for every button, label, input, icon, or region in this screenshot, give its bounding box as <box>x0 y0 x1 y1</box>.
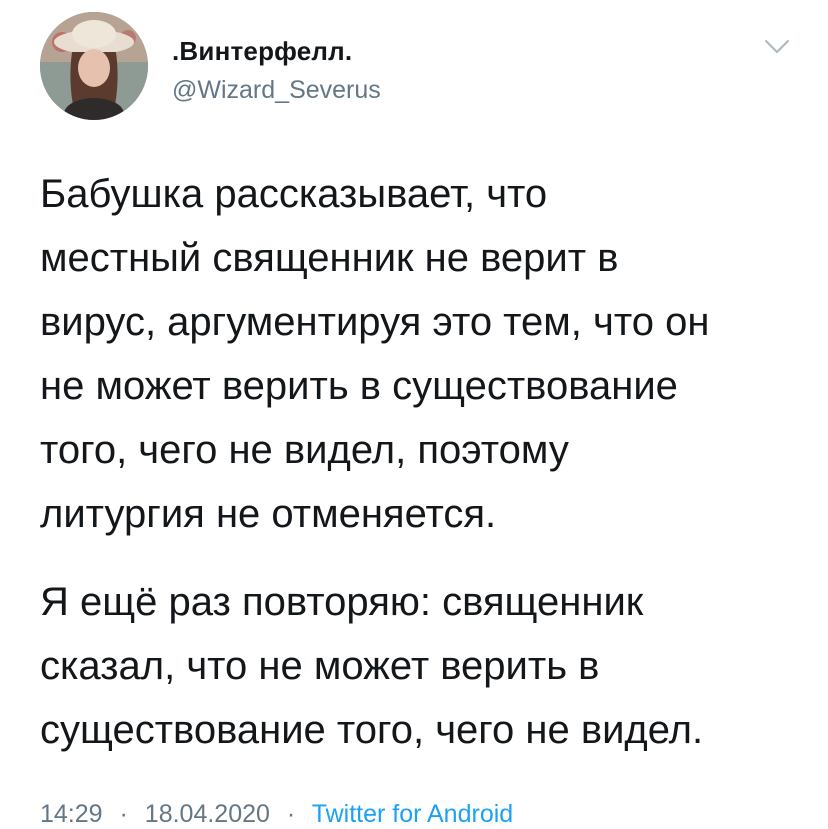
display-name[interactable]: .Винтерфелл. <box>172 36 352 67</box>
user-handle[interactable]: @Wizard_Severus <box>172 76 381 105</box>
tweet-line: не может верить в существование <box>40 364 678 408</box>
tweet-source-link[interactable]: Twitter for Android <box>312 800 513 828</box>
tweet-line: сказал, что не может верить в <box>40 644 600 688</box>
avatar-photo <box>40 12 148 120</box>
tweet-line: Бабушка рассказывает, что <box>40 172 548 216</box>
tweet-line: существование того, чего не видел. <box>40 708 704 752</box>
tweet-meta: 14:29 · 18.04.2020 · Twitter for Android <box>40 800 513 829</box>
tweet-line: литургия не отменяется. <box>40 492 497 536</box>
tweet-date[interactable]: 18.04.2020 <box>145 800 270 828</box>
tweet-line: Я ещё раз повторяю: священник <box>40 580 644 624</box>
chevron-down-icon[interactable] <box>764 38 790 56</box>
tweet-text: Бабушка рассказывает, что местный священ… <box>40 162 810 762</box>
tweet-paragraph-1: Бабушка рассказывает, что местный священ… <box>40 162 810 546</box>
tweet-paragraph-2: Я ещё раз повторяю: священник сказал, чт… <box>40 570 810 762</box>
meta-separator: · <box>286 800 296 828</box>
tweet-line: того, чего не видел, поэтому <box>40 428 569 472</box>
tweet-line: местный священник не верит в <box>40 236 619 280</box>
meta-separator: · <box>119 800 128 828</box>
tweet-line: вирус, аргументируя это тем, что он <box>40 300 710 344</box>
avatar[interactable] <box>40 12 148 120</box>
tweet: .Винтерфелл. @Wizard_Severus Бабушка рас… <box>0 0 828 828</box>
tweet-time[interactable]: 14:29 <box>40 800 103 828</box>
